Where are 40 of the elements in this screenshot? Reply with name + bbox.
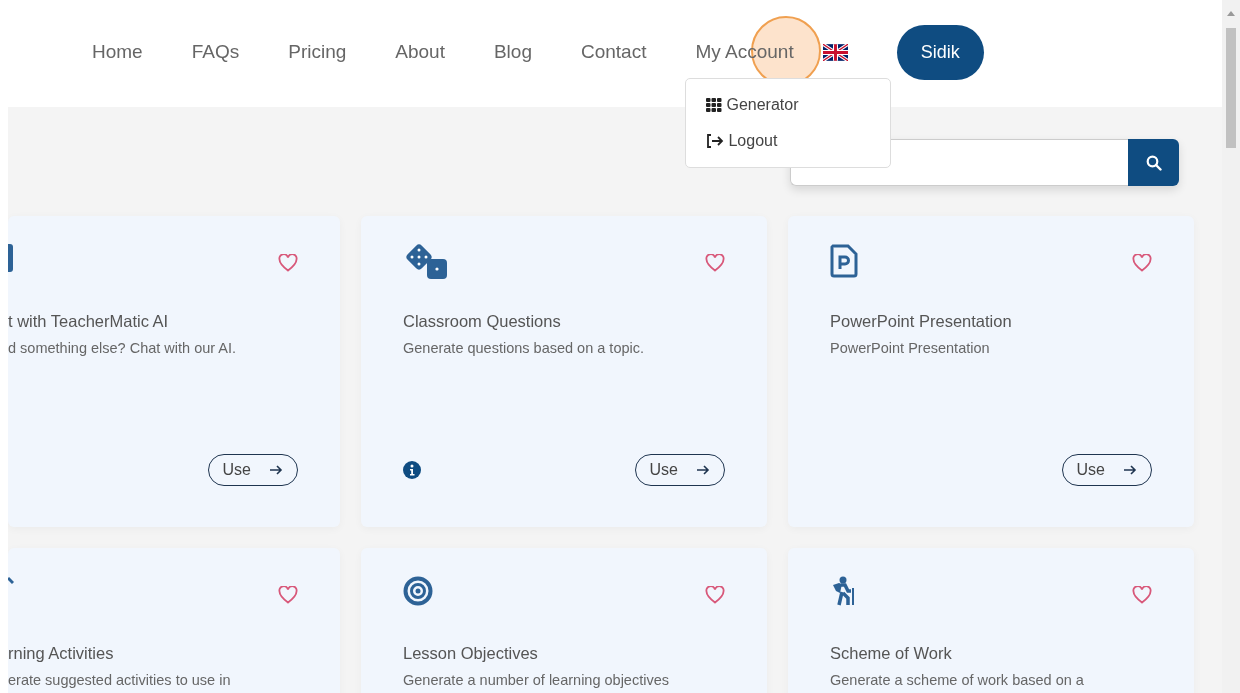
flag-icon[interactable] bbox=[822, 44, 848, 61]
info-icon[interactable] bbox=[403, 461, 421, 479]
card-title: Scheme of Work bbox=[830, 644, 953, 664]
nav-link[interactable]: Contact bbox=[580, 38, 647, 67]
nav-link[interactable]: About bbox=[395, 38, 445, 67]
search-icon bbox=[1145, 154, 1162, 171]
scroll-up-icon[interactable] bbox=[1227, 10, 1235, 16]
heart-icon[interactable] bbox=[1132, 254, 1152, 272]
hiker-icon bbox=[830, 576, 856, 606]
target-icon bbox=[403, 576, 433, 606]
heart-icon[interactable] bbox=[1132, 586, 1152, 604]
nav-link[interactable]: FAQs bbox=[191, 38, 240, 67]
logout-icon bbox=[706, 134, 725, 149]
scrollbar-thumb[interactable] bbox=[1226, 28, 1236, 148]
card-description: PowerPoint Presentation bbox=[830, 339, 991, 358]
card-title: t with TeacherMatic AI bbox=[8, 312, 170, 332]
card-title: Lesson Objectives bbox=[403, 644, 539, 664]
card-title: PowerPoint Presentation bbox=[830, 312, 1013, 332]
dropdown-item[interactable]: Generator bbox=[686, 87, 891, 124]
search-button[interactable] bbox=[1128, 139, 1179, 186]
card-description: d something else? Chat with our AI. bbox=[8, 339, 238, 358]
heart-icon[interactable] bbox=[705, 254, 725, 272]
heart-icon[interactable] bbox=[705, 586, 725, 604]
nav-link[interactable]: Blog bbox=[493, 38, 532, 67]
heart-icon[interactable] bbox=[278, 254, 298, 272]
card-description: erate suggested activities to use in bbox=[8, 671, 232, 690]
card-description: Generate a scheme of work based on a bbox=[830, 671, 1085, 690]
nav-link[interactable]: Pricing bbox=[288, 38, 347, 67]
dice-icon bbox=[403, 244, 449, 280]
user-button[interactable]: Sidik bbox=[896, 25, 984, 80]
card-title: rning Activities bbox=[8, 644, 115, 664]
dropdown-item[interactable]: Logout bbox=[686, 123, 891, 160]
card-description: Generate questions based on a topic. bbox=[403, 339, 646, 358]
card-description: Generate a number of learning objectives bbox=[403, 671, 670, 690]
document-icon bbox=[830, 244, 858, 278]
card-title: Classroom Questions bbox=[403, 312, 562, 332]
grid-icon bbox=[706, 98, 723, 113]
nav-link[interactable]: Home bbox=[92, 38, 143, 67]
scrollbar[interactable] bbox=[1222, 0, 1240, 693]
heart-icon[interactable] bbox=[278, 586, 298, 604]
